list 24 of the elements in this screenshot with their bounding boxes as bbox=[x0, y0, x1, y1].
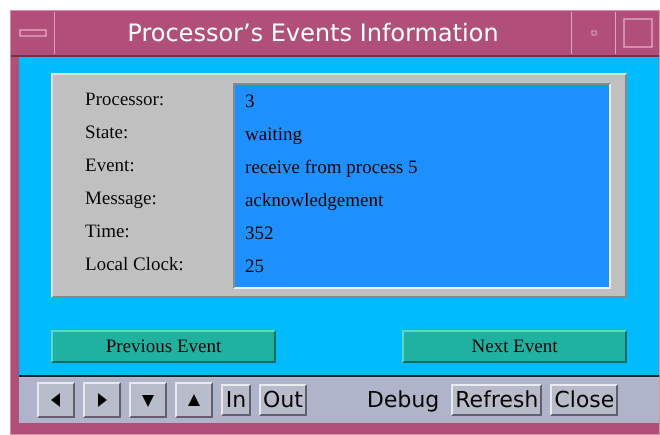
debug-label: Debug bbox=[366, 388, 440, 412]
field-label: Time: bbox=[85, 220, 131, 244]
window-title: Processor’s Events Information bbox=[126, 19, 500, 47]
field-label: Message: bbox=[85, 187, 158, 211]
field-label: Local Clock: bbox=[85, 253, 185, 277]
arrow-button[interactable] bbox=[175, 382, 213, 418]
field-value: waiting bbox=[245, 123, 303, 147]
zoom-button[interactable]: Out bbox=[259, 384, 307, 416]
field-value: 352 bbox=[245, 222, 274, 246]
arrow-button[interactable] bbox=[83, 382, 121, 418]
field-label: Event: bbox=[85, 154, 136, 178]
toolbar-button[interactable]: Refresh bbox=[451, 384, 542, 416]
arrow-button[interactable] bbox=[37, 382, 75, 418]
arrow-button[interactable] bbox=[129, 382, 167, 418]
field-label: State: bbox=[85, 121, 130, 145]
event-button[interactable]: Previous Event bbox=[51, 330, 276, 363]
zoom-button[interactable]: In bbox=[221, 384, 251, 416]
field-value: receive from process 5 bbox=[245, 156, 419, 180]
toolbar-button[interactable]: Close bbox=[550, 384, 618, 416]
event-button[interactable]: Next Event bbox=[402, 330, 627, 363]
field-value: 25 bbox=[245, 255, 265, 279]
field-value: 3 bbox=[245, 90, 256, 114]
field-label: Processor: bbox=[85, 88, 166, 112]
field-value: acknowledgement bbox=[245, 189, 384, 213]
